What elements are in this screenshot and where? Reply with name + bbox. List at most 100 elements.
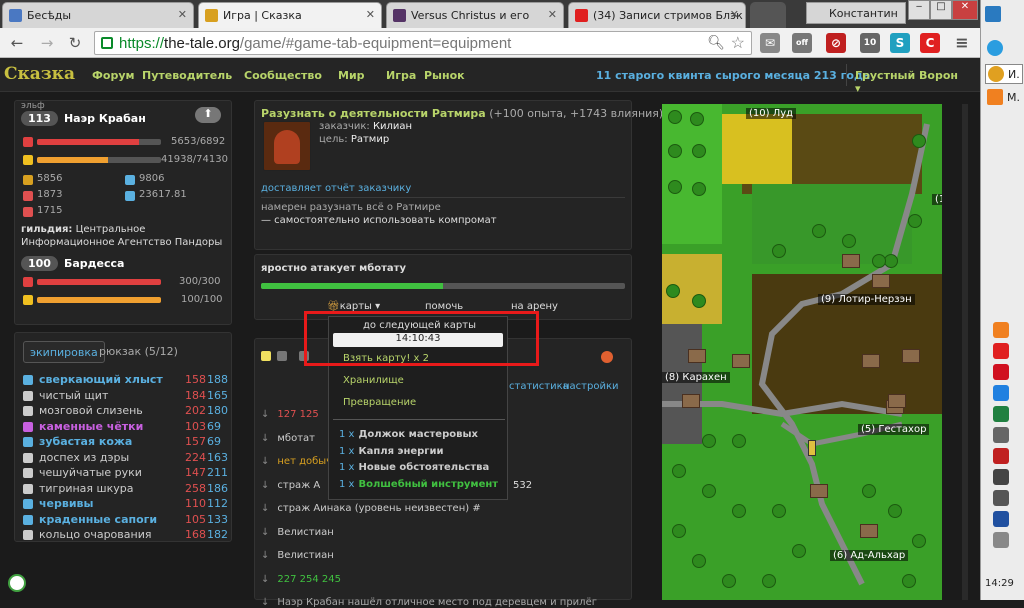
nav-forum[interactable]: Форум <box>92 69 135 82</box>
tab-conversations[interactable]: Бесѣды ✕ <box>2 2 194 28</box>
s-icon[interactable]: S <box>890 33 910 53</box>
town-karahen-label[interactable]: (8) Карахен <box>662 372 730 383</box>
town-lotir-nerzen-label[interactable]: (9) Лотир-Нерзэн <box>818 294 915 305</box>
nav-guide[interactable]: Путеводитель <box>142 69 232 82</box>
card-item[interactable]: 1 x Волшебный инструмент <box>339 479 498 490</box>
building-icon <box>688 349 706 363</box>
town-edge-label[interactable]: (1 <box>932 194 942 205</box>
arrow-down-icon: ↓ <box>261 409 270 420</box>
companion-experience-bar <box>37 297 161 303</box>
tab-settings[interactable]: настройки <box>563 381 619 392</box>
nav-world[interactable]: Мир <box>338 69 365 82</box>
equipment-item[interactable]: мозговой слизень 202 180 <box>23 404 228 419</box>
town-lud-label[interactable]: (10) Луд <box>746 108 797 119</box>
card-item[interactable]: 1 x Должок мастеровых <box>339 429 478 440</box>
shield-icon[interactable] <box>8 574 26 592</box>
site-logo[interactable]: Сказка <box>4 64 75 84</box>
world-map[interactable]: (10) Луд (9) Лотир-Нерзэн (8) Карахен (5… <box>662 104 942 600</box>
reload-icon[interactable]: ↻ <box>66 34 84 52</box>
disk-tray-icon[interactable] <box>993 532 1009 548</box>
item-icon <box>23 375 33 385</box>
town-gestahor-label[interactable]: (5) Гестахор <box>858 424 930 435</box>
vlc-tray-icon[interactable] <box>993 322 1009 338</box>
equipment-item[interactable]: червивы 110 112 <box>23 497 228 512</box>
tab-equipment[interactable]: экипировка <box>23 341 105 363</box>
tab-backpack[interactable]: рюкзак (5/12) <box>99 345 178 358</box>
display-tray-icon[interactable] <box>993 511 1009 527</box>
storage-link[interactable]: Хранилище <box>343 375 404 386</box>
equipment-item[interactable]: доспех из дэры 224 163 <box>23 451 228 466</box>
card-item[interactable]: 1 x Новые обстоятельства <box>339 462 489 473</box>
equipment-item[interactable]: чистый щит 184 165 <box>23 389 228 404</box>
equipment-item[interactable]: сверкающий хлыст 158 188 <box>23 373 228 388</box>
equipment-item[interactable]: краденные сапоги 105 133 <box>23 513 228 528</box>
share-icon[interactable] <box>601 351 613 363</box>
close-window-button[interactable]: ✕ <box>952 0 978 20</box>
mail-icon[interactable]: ✉ <box>760 33 780 53</box>
tab-statistics[interactable]: статистика <box>509 381 569 392</box>
journal-text: Наэр Крабан нашёл отличное место под дер… <box>277 597 597 608</box>
flag-tray-icon[interactable] <box>993 448 1009 464</box>
profile-button[interactable]: Константин <box>806 2 906 24</box>
building-icon <box>810 484 828 498</box>
star-icon[interactable]: ☆ <box>731 33 745 53</box>
volume-tray-icon[interactable] <box>993 427 1009 443</box>
upload-icon[interactable]: ⬆ <box>195 107 221 123</box>
menu-icon[interactable]: ≡ <box>952 33 972 53</box>
transform-link[interactable]: Превращение <box>343 397 416 408</box>
adblock-icon[interactable]: off <box>792 33 812 53</box>
nav-market[interactable]: Рынок <box>424 69 465 82</box>
close-icon[interactable]: ✕ <box>366 8 375 21</box>
close-icon[interactable]: ✕ <box>548 8 557 21</box>
taskbar-vlc[interactable]: М. <box>985 88 1023 108</box>
building-icon <box>902 349 920 363</box>
map-scrollbar[interactable] <box>962 104 968 600</box>
tree-icon <box>842 234 856 248</box>
equipment-item[interactable]: чешуйчатые руки 147 211 <box>23 466 228 481</box>
battery-tray-icon[interactable] <box>993 490 1009 506</box>
mega-tray-icon[interactable] <box>993 364 1009 380</box>
zoom-icon[interactable]: 🔍︎ <box>707 34 725 51</box>
taskbar-telegram[interactable] <box>985 38 1023 58</box>
network-tray-icon[interactable] <box>993 469 1009 485</box>
back-icon[interactable]: ← <box>8 34 26 52</box>
start-icon[interactable] <box>985 6 1001 22</box>
counter-icon[interactable]: 10 <box>860 33 880 53</box>
nav-game[interactable]: Игра <box>386 69 416 82</box>
tab-youtube[interactable]: (34) Записи стримов Блэк ✕ <box>568 2 746 28</box>
user-menu[interactable]: Грустный Ворон ▾ <box>846 64 960 95</box>
nav-community[interactable]: Сообщество <box>244 69 322 82</box>
browser-tab-bar: Бесѣды ✕ Игра | Сказка ✕ Versus Christus… <box>0 0 980 28</box>
card-item[interactable]: 1 x Капля энергии <box>339 446 444 457</box>
journal-icon[interactable] <box>261 351 271 361</box>
close-icon[interactable]: ✕ <box>730 8 739 21</box>
stop-icon[interactable]: ⊘ <box>826 33 846 53</box>
arrow-down-icon: ↓ <box>261 432 270 444</box>
tab-versus[interactable]: Versus Christus и его героиня ✕ <box>386 2 564 28</box>
tab-game[interactable]: Игра | Сказка ✕ <box>198 2 382 28</box>
tree-icon <box>812 224 826 238</box>
town-ad-alhar-label[interactable]: (6) Ад-Альхар <box>830 550 909 561</box>
companion-name: 100 Бардесса <box>21 256 124 271</box>
mail-tray-icon[interactable] <box>993 343 1009 359</box>
close-icon[interactable]: ✕ <box>178 8 187 21</box>
check-tray-icon[interactable] <box>993 406 1009 422</box>
card-count: 1 x <box>339 478 355 490</box>
equipment-item[interactable]: кольцо очарования 168 182 <box>23 528 228 543</box>
equipment-item[interactable]: каменные чётки 103 69 <box>23 420 227 435</box>
address-bar[interactable]: https://the-tale.org/game/#game-tab-equi… <box>94 31 752 55</box>
shield-tray-icon[interactable] <box>993 385 1009 401</box>
client-portrait <box>263 121 311 171</box>
forward-icon[interactable]: → <box>38 34 56 52</box>
chrome-icon <box>988 66 1004 82</box>
minimize-button[interactable]: ‒ <box>908 0 930 20</box>
equipment-item[interactable]: зубастая кожа 157 69 <box>23 435 227 450</box>
taskbar-chrome[interactable]: И. <box>985 64 1023 84</box>
hero-marker-icon[interactable] <box>808 440 816 456</box>
new-tab-button[interactable] <box>750 2 786 28</box>
diary-icon[interactable] <box>277 351 287 361</box>
maximize-button[interactable]: □ <box>930 0 952 20</box>
equipment-item[interactable]: тигриная шкура 258 186 <box>23 481 228 497</box>
item-name: тигриная шкура <box>39 481 134 495</box>
c-icon[interactable]: C <box>920 33 940 53</box>
